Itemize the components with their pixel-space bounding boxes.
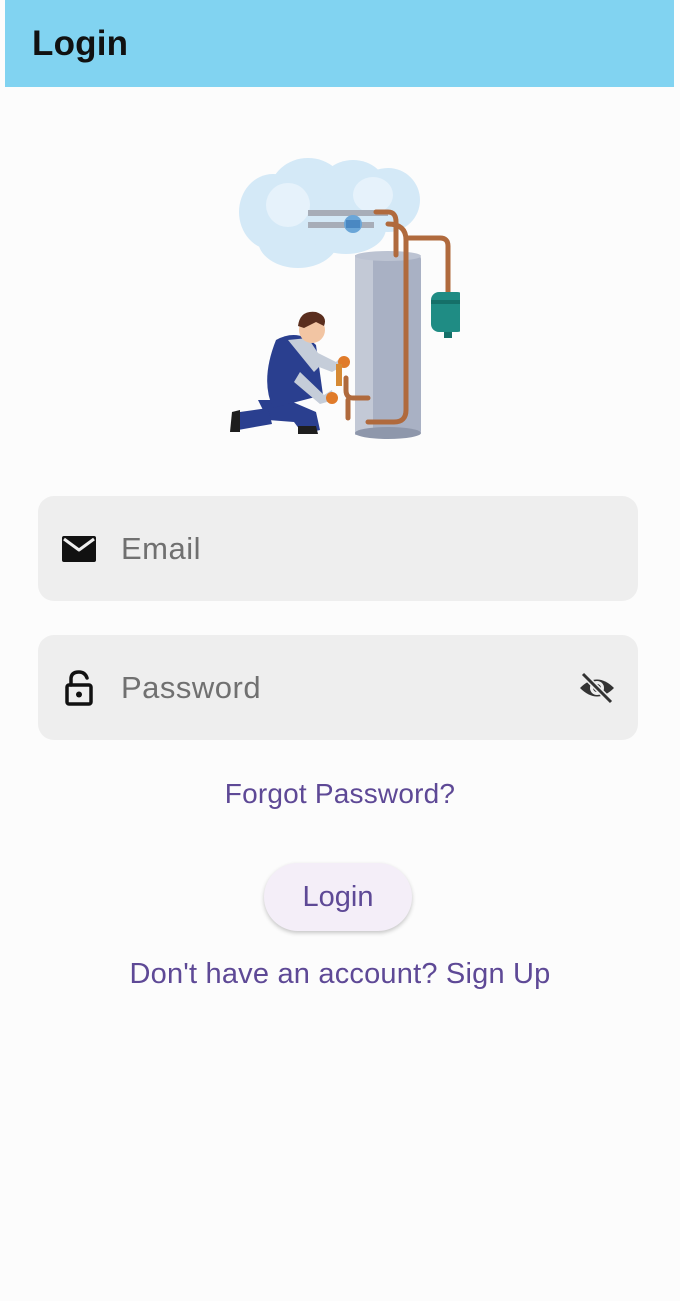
email-input[interactable] <box>121 518 638 579</box>
mail-icon <box>59 529 99 569</box>
eye-off-icon[interactable] <box>574 665 620 711</box>
password-field[interactable] <box>38 635 638 740</box>
forgot-password-link[interactable]: Forgot Password? <box>0 778 680 810</box>
lock-open-icon <box>59 668 99 708</box>
plumber-water-heater-illustration <box>228 150 460 445</box>
signup-link[interactable]: Don't have an account? Sign Up <box>0 958 680 991</box>
page-title: Login <box>32 23 129 63</box>
app-bar: Login <box>5 0 674 87</box>
email-field[interactable] <box>38 496 638 601</box>
login-screen: Login Email Forgot Password? Login Don't… <box>0 0 680 1301</box>
login-button[interactable]: Login <box>264 863 412 931</box>
password-input[interactable] <box>121 657 574 718</box>
